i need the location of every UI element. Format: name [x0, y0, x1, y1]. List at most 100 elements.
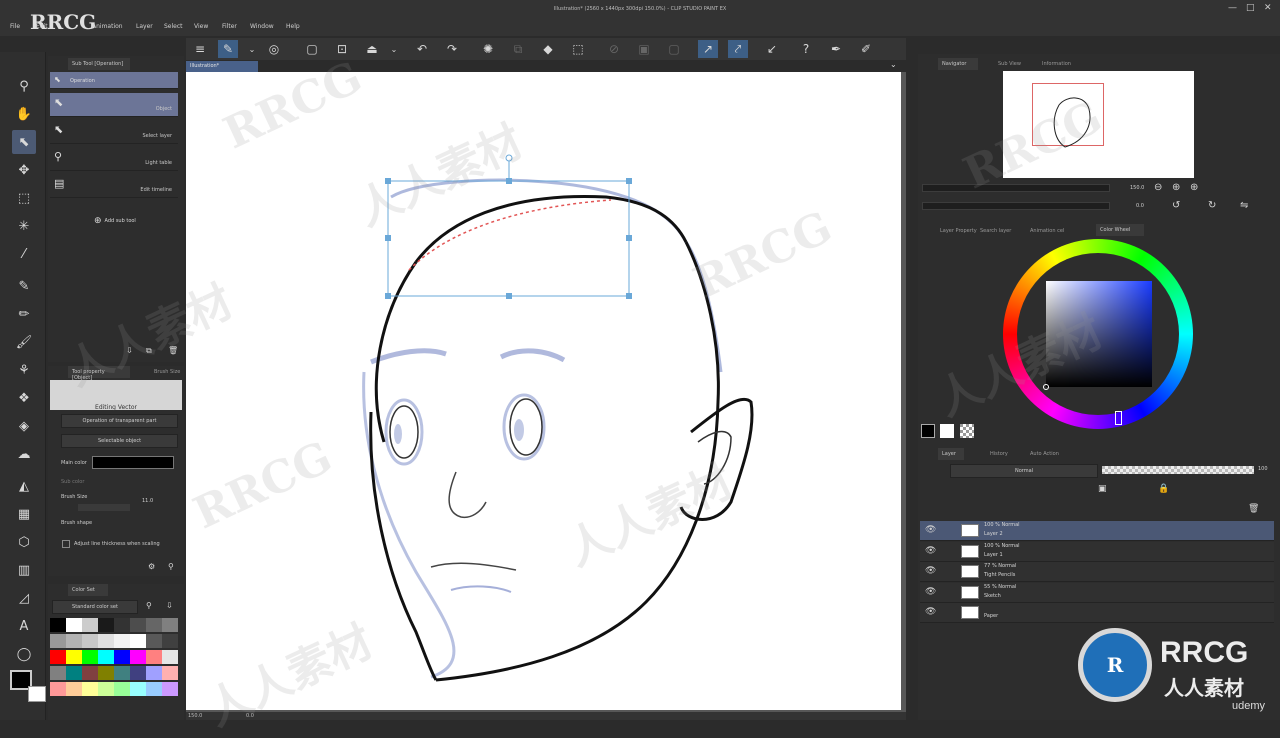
color-swatch[interactable] [130, 650, 146, 664]
rotation-slider[interactable] [922, 202, 1110, 210]
layer-row[interactable]: 👁 100 % Normal Layer 2 [920, 521, 1274, 541]
color-swatch[interactable] [66, 618, 82, 632]
clear-icon[interactable]: ⊘ [604, 40, 624, 58]
zoom-icon[interactable]: ⚲ [12, 74, 36, 98]
gradient-icon[interactable]: ▦ [12, 502, 36, 526]
save-icon[interactable]: ⏏ [362, 40, 382, 58]
pen-icon[interactable]: ✒ [826, 40, 846, 58]
invert-icon[interactable]: ▣ [634, 40, 654, 58]
color-swatch[interactable] [146, 666, 162, 680]
eyedropper-icon[interactable]: ⁄ [12, 242, 36, 266]
color-swatch[interactable] [98, 634, 114, 648]
blend-icon[interactable]: ☁ [12, 442, 36, 466]
zoom-in-icon[interactable]: ⊕ [1172, 182, 1180, 193]
hue-cursor[interactable] [1115, 411, 1122, 425]
rotate-right-icon[interactable]: ↻ [1208, 200, 1216, 211]
help-icon[interactable]: ? [796, 40, 816, 58]
tab-brush-size[interactable]: Brush Size [154, 369, 180, 375]
tab-search-layer[interactable]: Search layer [980, 228, 1011, 234]
search-icon[interactable]: ⚲ [168, 562, 174, 571]
color-swatch[interactable] [66, 682, 82, 696]
menu-window[interactable]: Window [250, 23, 274, 30]
menu-view[interactable]: View [194, 23, 208, 30]
color-square[interactable] [1046, 281, 1152, 387]
color-cursor[interactable] [1043, 384, 1049, 390]
tab-sub-view[interactable]: Sub View [998, 61, 1021, 67]
fill-tool-icon[interactable]: ◭ [12, 474, 36, 498]
deselect-icon[interactable]: ▢ [664, 40, 684, 58]
color-swatch[interactable] [50, 650, 66, 664]
menu-select[interactable]: Select [164, 23, 183, 30]
import-icon[interactable]: ⇩ [166, 601, 173, 610]
color-swatch[interactable] [162, 666, 178, 680]
color-swatch[interactable] [98, 682, 114, 696]
rotate-handle[interactable] [505, 154, 513, 162]
color-swatch[interactable] [82, 666, 98, 680]
opacity-slider[interactable] [1102, 466, 1254, 474]
transparent-color-chip[interactable] [960, 424, 974, 438]
navigator-thumbnail[interactable] [1003, 71, 1194, 178]
document-tab[interactable]: Illustration* [186, 61, 258, 72]
duplicate-icon[interactable]: ⧉ [146, 346, 152, 356]
sub-tool-object[interactable]: ⬉ Object [50, 93, 178, 117]
selection-icon[interactable]: ⬚ [12, 186, 36, 210]
tab-animation-cel[interactable]: Animation cel [1030, 228, 1064, 234]
delete-layer-icon[interactable]: 🗑 [1248, 504, 1259, 514]
menu-edit[interactable]: Edit [36, 23, 48, 30]
zoom-value[interactable]: 150.0 [1130, 185, 1144, 191]
transform-icon[interactable]: ⬚ [568, 40, 588, 58]
color-swatch[interactable] [50, 618, 66, 632]
trash-icon[interactable]: 🗑 [168, 346, 178, 355]
chevron-down-icon[interactable]: ⌄ [890, 60, 897, 69]
color-swatch[interactable] [98, 666, 114, 680]
lock-icon[interactable]: 🔒 [1158, 484, 1169, 494]
color-swatch[interactable] [50, 682, 66, 696]
angle-readout[interactable]: 0.0 [246, 713, 254, 719]
add-sub-tool-button[interactable]: ⊕ Add sub tool [94, 216, 136, 226]
tab-layer[interactable]: Layer [938, 448, 964, 460]
menu-filter[interactable]: Filter [222, 23, 237, 30]
color-swatch[interactable] [98, 618, 114, 632]
layer-row[interactable]: 👁 55 % Normal Sketch [920, 582, 1274, 603]
color-swatch[interactable] [66, 666, 82, 680]
color-swatch[interactable] [114, 634, 130, 648]
color-swatch[interactable] [146, 618, 162, 632]
menu-layer[interactable]: Layer [136, 23, 153, 30]
menu-file[interactable]: File [10, 23, 20, 30]
zoom-readout[interactable]: 150.0 [188, 713, 202, 719]
pen-tool-icon[interactable]: ✎ [12, 274, 36, 298]
edit-mode-icon[interactable]: ✎ [218, 40, 238, 58]
drawing-canvas[interactable] [186, 72, 901, 710]
download-icon[interactable]: ⇩ [126, 346, 133, 355]
eraser-icon[interactable]: ◈ [12, 414, 36, 438]
sub-tool-group[interactable]: ⬉ Operation [50, 72, 178, 89]
snap-special-ruler-icon[interactable]: ⤤ [728, 40, 748, 58]
wrench-icon[interactable]: ⚙ [148, 562, 155, 571]
undo-icon[interactable]: ↶ [412, 40, 432, 58]
new-layer-icon[interactable]: ▣ [1098, 484, 1107, 494]
color-swatch[interactable] [146, 634, 162, 648]
color-swatch[interactable] [130, 666, 146, 680]
maximize-icon[interactable]: □ [1246, 3, 1255, 13]
tab-tool-property[interactable]: Tool property [Object] [68, 366, 130, 381]
color-swatch[interactable] [114, 618, 130, 632]
color-set-selector[interactable]: Standard color set [52, 600, 138, 614]
menu-help[interactable]: Help [286, 23, 300, 30]
minimize-icon[interactable]: — [1228, 3, 1237, 13]
color-swatch[interactable] [82, 618, 98, 632]
color-swatch[interactable] [146, 650, 162, 664]
close-icon[interactable]: ✕ [1264, 3, 1272, 13]
fill-icon[interactable]: ◆ [538, 40, 558, 58]
color-swatch[interactable] [162, 650, 178, 664]
tab-color-set[interactable]: Color Set [68, 584, 108, 596]
layer-row[interactable]: 👁 77 % Normal Tight Pencils [920, 562, 1274, 582]
blend-mode-dropdown[interactable]: Normal [950, 464, 1098, 478]
snap-grid-icon[interactable]: ↙ [762, 40, 782, 58]
balloon-icon[interactable]: ◯ [12, 642, 36, 666]
sub-tool-light-table[interactable]: ⚲ Light table [50, 147, 178, 171]
color-swatch[interactable] [162, 618, 178, 632]
color-swatch[interactable] [146, 682, 162, 696]
main-color-field[interactable] [92, 456, 174, 469]
flip-icon[interactable]: ⇋ [1240, 200, 1248, 211]
eraser-pen-icon[interactable]: ✐ [856, 40, 876, 58]
